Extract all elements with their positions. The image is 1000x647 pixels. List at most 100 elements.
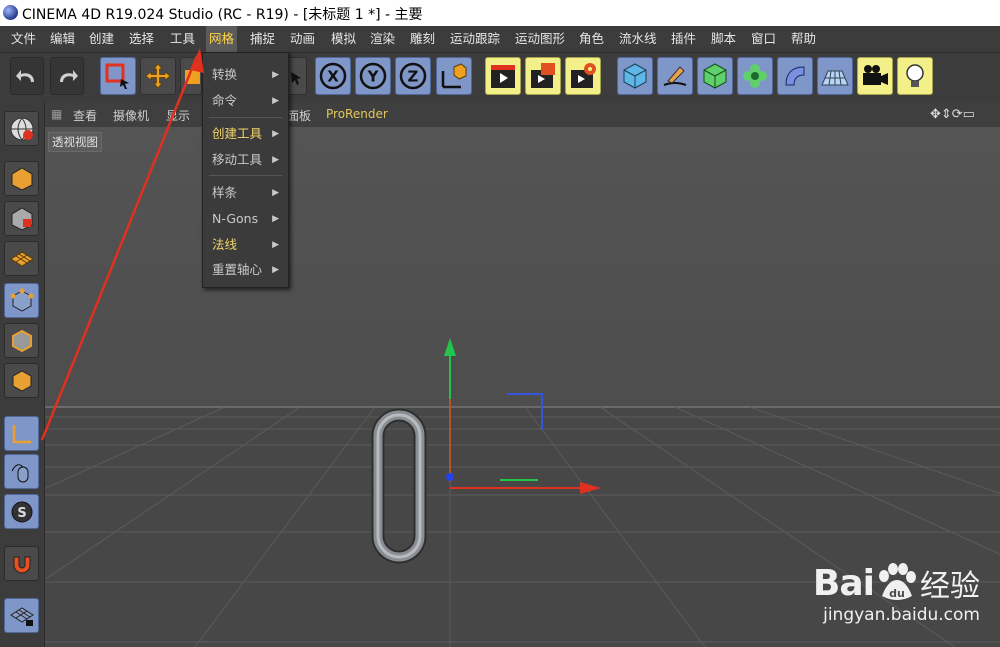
texture-mode-button[interactable] — [4, 201, 39, 236]
title-bar: CINEMA 4D R19.024 Studio (RC - R19) - [未… — [0, 0, 1000, 26]
edges-cube-icon — [11, 329, 32, 352]
deformer-button[interactable] — [777, 57, 813, 95]
axis-mode-button[interactable] — [4, 416, 39, 451]
undo-button[interactable] — [10, 57, 44, 95]
points-mode-button[interactable] — [4, 283, 39, 318]
window-title: CINEMA 4D R19.024 Studio (RC - R19) - [未… — [22, 7, 423, 23]
viewport-menu-view[interactable]: 查看 — [73, 107, 97, 124]
lightbulb-icon — [906, 64, 924, 87]
redo-button[interactable] — [50, 57, 84, 95]
tool-overflow-button[interactable] — [287, 57, 307, 95]
mesh-menu-convert[interactable]: 转换 ▶ — [203, 64, 288, 86]
y-axis-icon: Y — [359, 62, 387, 90]
mesh-menu-spline[interactable]: 样条 ▶ — [203, 182, 288, 204]
edges-mode-button[interactable] — [4, 323, 39, 358]
redo-icon — [60, 70, 78, 82]
menu-motion-tracker[interactable]: 运动跟踪 — [447, 26, 503, 52]
menu-snap[interactable]: 捕捉 — [247, 26, 278, 52]
texture-cube-icon — [11, 206, 32, 231]
x-axis-icon: X — [319, 62, 347, 90]
render-settings-button[interactable] — [565, 57, 601, 95]
menu-plugins[interactable]: 插件 — [668, 26, 699, 52]
watermark-brand-2: 经验 — [920, 569, 980, 604]
svg-text:Z: Z — [408, 68, 419, 86]
menu-edit[interactable]: 编辑 — [47, 26, 78, 52]
z-axis-lock-button[interactable]: Z — [395, 57, 431, 95]
live-selection-button[interactable] — [100, 57, 136, 95]
make-editable-button[interactable] — [4, 111, 39, 146]
x-axis-lock-button[interactable]: X — [315, 57, 351, 95]
subdivision-surface-button[interactable] — [697, 57, 733, 95]
workplane-lock-button[interactable] — [4, 598, 39, 633]
mesh-menu-ngons[interactable]: N-Gons ▶ — [203, 208, 288, 230]
coordinate-system-button[interactable] — [436, 57, 472, 95]
viewport-grip-icon: ▦ — [51, 107, 63, 121]
menu-select[interactable]: 选择 — [126, 26, 157, 52]
svg-text:du: du — [889, 587, 905, 600]
viewport-menu-bar: ▦ 查看 摄像机 显示 面板 ProRender ✥⇕⟳▭ — [45, 101, 1000, 127]
scale-tool-button[interactable] — [180, 57, 202, 95]
workplane-mode-button[interactable] — [4, 241, 39, 276]
menu-file[interactable]: 文件 — [8, 26, 39, 52]
menu-animate[interactable]: 动画 — [287, 26, 318, 52]
viewport-menu-prorender[interactable]: ProRender — [326, 107, 388, 121]
axis-corner-icon — [12, 424, 31, 443]
mouse-icon — [11, 463, 28, 482]
mesh-menu-move-tools[interactable]: 移动工具 ▶ — [203, 149, 288, 171]
cube-object-button[interactable] — [617, 57, 653, 95]
menu-separator — [209, 117, 282, 118]
cinema4d-logo-icon — [3, 5, 18, 20]
floor-button[interactable] — [817, 57, 853, 95]
svg-text:S: S — [17, 506, 26, 521]
pen-icon — [663, 66, 687, 86]
tweak-mode-button[interactable] — [4, 454, 39, 489]
viewport-menu-panel[interactable]: 面板 — [287, 107, 311, 124]
camera-icon — [863, 65, 888, 85]
menu-character[interactable]: 角色 — [576, 26, 607, 52]
points-cube-icon — [10, 288, 33, 312]
light-button[interactable] — [897, 57, 933, 95]
clapper-gear-icon — [571, 63, 596, 88]
menu-simulate[interactable]: 模拟 — [328, 26, 359, 52]
globe-icon — [10, 117, 33, 140]
snap-button[interactable] — [4, 546, 39, 581]
render-view-button[interactable] — [485, 57, 521, 95]
menu-separator — [209, 175, 282, 176]
menu-mograph[interactable]: 运动图形 — [512, 26, 568, 52]
render-to-picture-viewer-button[interactable] — [525, 57, 561, 95]
clapper-icon — [491, 65, 515, 88]
baidu-watermark: Bai du 经验 jingyan.baidu.com — [813, 561, 980, 626]
menu-bar: 文件 编辑 创建 选择 工具 网格 捕捉 动画 模拟 渲染 雕刻 运动跟踪 运动… — [0, 26, 1000, 53]
mesh-menu-create-tools[interactable]: 创建工具 ▶ — [203, 123, 288, 145]
magnet-icon — [13, 556, 30, 573]
menu-sculpt[interactable]: 雕刻 — [407, 26, 438, 52]
main-toolbar: X Y Z — [0, 53, 1000, 101]
polygons-cube-icon — [12, 369, 31, 392]
cursor-icon — [291, 72, 301, 85]
menu-script[interactable]: 脚本 — [708, 26, 739, 52]
menu-help[interactable]: 帮助 — [788, 26, 819, 52]
model-mode-button[interactable] — [4, 161, 39, 196]
y-axis-lock-button[interactable]: Y — [355, 57, 391, 95]
clapper-render-icon — [531, 63, 555, 88]
cloner-button[interactable] — [737, 57, 773, 95]
viewport-menu-display[interactable]: 显示 — [166, 107, 190, 124]
camera-button[interactable] — [857, 57, 893, 95]
solo-button[interactable]: S — [4, 494, 39, 529]
mesh-menu-reset-axis[interactable]: 重置轴心 ▶ — [203, 259, 288, 281]
menu-render[interactable]: 渲染 — [367, 26, 398, 52]
menu-mesh[interactable]: 网格 — [206, 26, 238, 52]
world-coordinate-icon — [441, 63, 467, 89]
menu-window[interactable]: 窗口 — [748, 26, 779, 52]
menu-create[interactable]: 创建 — [86, 26, 117, 52]
mesh-menu-normals[interactable]: 法线 ▶ — [203, 234, 288, 256]
move-tool-button[interactable] — [140, 57, 176, 95]
floor-grid-icon — [821, 70, 849, 86]
viewport-menu-camera[interactable]: 摄像机 — [113, 107, 149, 124]
menu-tools[interactable]: 工具 — [167, 26, 198, 52]
menu-pipeline[interactable]: 流水线 — [616, 26, 660, 52]
pen-spline-button[interactable] — [657, 57, 693, 95]
polygons-mode-button[interactable] — [4, 363, 39, 398]
mesh-menu-commands[interactable]: 命令 ▶ — [203, 90, 288, 112]
viewport-navigation-icons[interactable]: ✥⇕⟳▭ — [930, 107, 975, 122]
